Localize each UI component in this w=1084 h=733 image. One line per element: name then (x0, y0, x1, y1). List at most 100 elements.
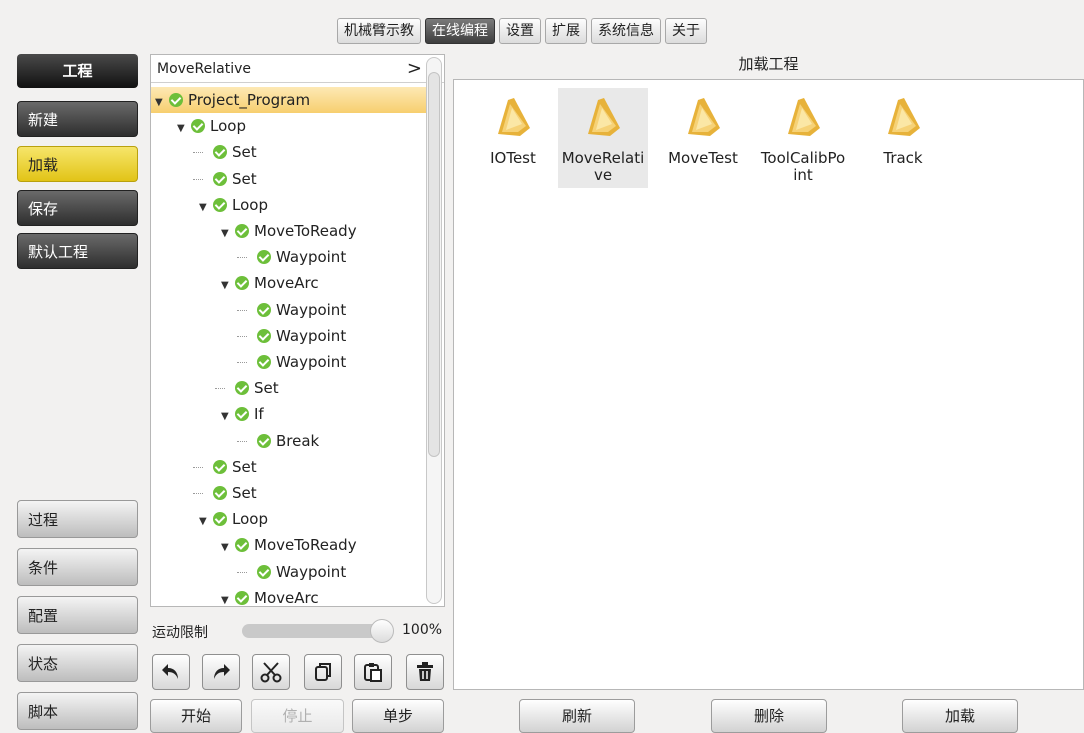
tree-node[interactable]: Set (221, 375, 279, 401)
delete-node-button[interactable] (406, 654, 444, 690)
tree-node[interactable]: ▼ MoveArc (221, 270, 319, 296)
project-file-name: IOTest (490, 149, 536, 167)
status-check-icon (213, 197, 227, 212)
status-check-icon (235, 407, 249, 422)
tree-node[interactable]: Waypoint (243, 559, 346, 585)
sidebar-item-default-project[interactable]: 默认工程 (17, 233, 138, 269)
tree-node[interactable]: ▼ Loop (199, 192, 268, 218)
project-folder-icon (788, 98, 820, 136)
stop-button[interactable]: 停止 (251, 699, 344, 733)
tree-node-label: Project_Program (188, 91, 311, 109)
project-file-browser: IOTest MoveRelative MoveTest ToolCalibPoint… (453, 79, 1084, 690)
project-file-item[interactable]: IOTest (468, 88, 558, 188)
copy-icon (315, 663, 331, 681)
delete-button[interactable]: 删除 (711, 699, 827, 733)
expand-triangle-icon[interactable]: ▼ (199, 509, 213, 535)
project-folder-icon (498, 98, 530, 136)
status-check-icon (235, 381, 249, 396)
project-folder-icon (688, 98, 720, 136)
tree-node[interactable]: ▼ Loop (199, 506, 268, 532)
tree-node-label: Loop (232, 195, 268, 214)
load-project-title: 加载工程 (738, 55, 799, 73)
tree-node[interactable]: ▼ MoveArc (221, 585, 319, 606)
project-folder-icon (888, 98, 920, 136)
sidebar-item-process[interactable]: 过程 (17, 500, 138, 538)
tree-scrollbar-thumb[interactable] (428, 72, 440, 457)
project-file-item[interactable]: ToolCalibPoint (758, 88, 848, 188)
step-button[interactable]: 单步 (352, 699, 444, 733)
undo-button[interactable] (152, 654, 190, 690)
program-tree-panel: MoveRelative > ▼ Project_Program ▼ Loop Set S… (150, 54, 445, 607)
sidebar-item-condition[interactable]: 条件 (17, 548, 138, 586)
expand-triangle-icon[interactable]: ▼ (221, 221, 235, 247)
refresh-button[interactable]: 刷新 (519, 699, 635, 733)
tree-node[interactable]: ▼ Project_Program (151, 87, 427, 113)
tree-node-label: Set (232, 143, 257, 162)
sidebar-item-script[interactable]: 脚本 (17, 692, 138, 730)
paste-button[interactable] (354, 654, 392, 690)
tree-node[interactable]: Set (199, 480, 257, 506)
expand-triangle-icon[interactable]: ▼ (221, 404, 235, 430)
project-file-item[interactable]: MoveTest (658, 88, 748, 188)
tree-node[interactable]: Break (243, 428, 319, 454)
status-check-icon (191, 119, 205, 134)
speed-limit-value: 100% (402, 622, 443, 638)
tree-connector (237, 440, 247, 442)
expand-triangle-icon[interactable]: ▼ (221, 273, 235, 299)
sidebar-header-project: 工程 (17, 54, 138, 88)
expand-triangle-icon[interactable]: ▼ (155, 90, 169, 116)
tree-node[interactable]: Set (199, 166, 257, 192)
tree-breadcrumb-label: MoveRelative (157, 61, 252, 77)
load-button[interactable]: 加载 (902, 699, 1018, 733)
project-file-item[interactable]: MoveRelative (558, 88, 648, 188)
expand-triangle-icon[interactable]: ▼ (199, 195, 213, 221)
tab-system-info[interactable]: 系统信息 (591, 18, 661, 44)
expand-triangle-icon[interactable]: ▼ (177, 116, 191, 142)
tree-node-label: If (254, 405, 264, 424)
status-check-icon (235, 590, 249, 605)
project-file-item[interactable]: Track (858, 88, 948, 188)
tab-extensions[interactable]: 扩展 (545, 18, 587, 44)
sidebar-item-save[interactable]: 保存 (17, 190, 138, 226)
tab-settings[interactable]: 设置 (499, 18, 541, 44)
tree-node[interactable]: Set (199, 139, 257, 165)
expand-triangle-icon[interactable]: ▼ (221, 588, 235, 606)
tree-connector (237, 335, 247, 337)
tree-node-label: Waypoint (276, 562, 347, 581)
tree-node-label: Waypoint (276, 326, 347, 345)
tree-node[interactable]: ▼ Loop (177, 113, 246, 139)
status-check-icon (257, 302, 271, 317)
status-check-icon (235, 276, 249, 291)
chevron-right-icon[interactable]: > (407, 55, 422, 83)
tree-scrollbar[interactable] (426, 57, 442, 604)
tree-node-label: Waypoint (276, 248, 347, 267)
sidebar-item-config[interactable]: 配置 (17, 596, 138, 634)
tree-node[interactable]: ▼ If (221, 401, 264, 427)
tree-node[interactable]: ▼ MoveToReady (221, 532, 357, 558)
expand-triangle-icon[interactable]: ▼ (221, 535, 235, 561)
sidebar-item-load[interactable]: 加载 (17, 146, 138, 182)
undo-icon (162, 664, 178, 679)
redo-button[interactable] (202, 654, 240, 690)
project-file-name: MoveTest (668, 149, 738, 167)
tree-node[interactable]: Set (199, 454, 257, 480)
sidebar-item-status[interactable]: 状态 (17, 644, 138, 682)
status-check-icon (257, 433, 271, 448)
tree-node[interactable]: Waypoint (243, 323, 346, 349)
tab-arm-teach[interactable]: 机械臂示教 (337, 18, 421, 44)
tab-about[interactable]: 关于 (665, 18, 707, 44)
tree-node-label: MoveToReady (254, 536, 357, 555)
tree-breadcrumb[interactable]: MoveRelative > (151, 55, 444, 83)
start-button[interactable]: 开始 (150, 699, 242, 733)
sidebar-item-new[interactable]: 新建 (17, 101, 138, 137)
speed-limit-slider-handle[interactable] (370, 619, 394, 643)
tab-online-programming[interactable]: 在线编程 (425, 18, 495, 44)
tree-node[interactable]: ▼ MoveToReady (221, 218, 357, 244)
trash-icon (417, 662, 433, 681)
tree-node[interactable]: Waypoint (243, 297, 346, 323)
copy-button[interactable] (304, 654, 342, 690)
tree-node[interactable]: Waypoint (243, 349, 346, 375)
tree-node[interactable]: Waypoint (243, 244, 346, 270)
cut-button[interactable] (252, 654, 290, 690)
status-check-icon (235, 224, 249, 238)
